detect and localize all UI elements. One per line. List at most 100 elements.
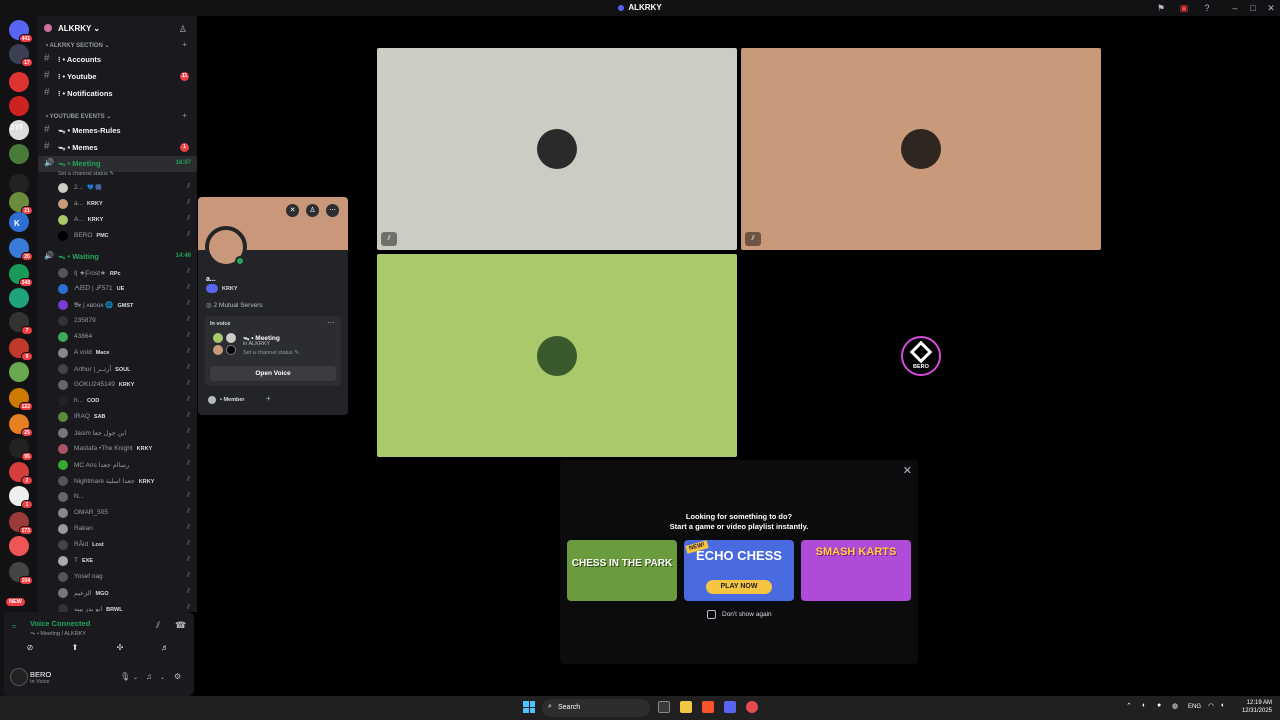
server-icon[interactable]: 1 xyxy=(9,486,33,509)
server-icon[interactable]: 2 xyxy=(9,462,33,485)
heart-server-icon[interactable] xyxy=(9,96,29,116)
app-icon[interactable] xyxy=(746,701,758,713)
voice-user[interactable]: GOKU245149 KRKY ⫽ xyxy=(56,378,196,393)
text-channel[interactable]: # ⁝ • Accounts xyxy=(38,53,197,67)
voice-user[interactable]: Arthur | آرثــر SOUL ⫽ xyxy=(56,362,196,377)
voice-user[interactable]: Rakan ⫽ xyxy=(56,522,196,537)
server-icon[interactable] xyxy=(9,536,29,556)
voice-user[interactable]: T EXE ⫽ xyxy=(56,554,196,569)
voice-user[interactable]: N... ⫽ xyxy=(56,490,196,505)
server-icon[interactable] xyxy=(9,362,29,382)
voice-channel-waiting[interactable]: 🔊 ᯓ • Waiting 14:46 xyxy=(38,249,197,265)
voice-user[interactable]: Nightmare جعدا اسلية KRKY ⫽ xyxy=(56,474,196,489)
invite-people-icon[interactable]: ♙ xyxy=(179,24,187,35)
voice-user[interactable]: MC Ans رساام جعدا ⫽ xyxy=(56,458,196,473)
wifi-icon[interactable]: ◠ xyxy=(1208,702,1214,710)
add-role-button[interactable]: + xyxy=(266,394,271,403)
game-smash-karts[interactable]: SMASH KARTS xyxy=(801,540,911,601)
server-icon[interactable]: 21 xyxy=(9,192,33,215)
server-icon[interactable]: 348 xyxy=(9,264,33,287)
server-label[interactable]: 3Yf xyxy=(10,123,22,132)
voice-user[interactable]: 235879 ⫽ xyxy=(56,314,196,329)
text-channel[interactable]: # ⁝ • Notifications xyxy=(38,87,197,101)
microphone-icon[interactable]: 🎙 xyxy=(120,672,130,681)
voice-user[interactable]: BERO PMC ⫽ xyxy=(56,229,196,244)
voice-user[interactable]: ابو بدر بيبه BRWL ⫽ xyxy=(56,602,196,612)
server-icon[interactable] xyxy=(9,72,29,92)
more-options-icon[interactable]: ⋯ xyxy=(326,204,339,217)
disconnect-icon[interactable]: ☎ xyxy=(175,620,186,631)
add-channel-icon[interactable]: + xyxy=(182,111,187,120)
chevron-down-icon[interactable]: ⌄ xyxy=(133,674,138,681)
mute-user-icon[interactable]: ✕ xyxy=(286,204,299,217)
noise-suppression-icon[interactable]: ⫽ xyxy=(156,620,160,631)
server-icon[interactable] xyxy=(9,144,29,164)
voice-channel-meeting[interactable]: 🔊 ᯓ • Meeting 16:07 xyxy=(38,156,197,172)
voice-user[interactable]: 2... 💙 🎆 ⫽ xyxy=(56,181,196,196)
voice-user[interactable]: Mastafa •The Knight KRKY ⫽ xyxy=(56,442,196,457)
play-now-button[interactable]: PLAY NOW xyxy=(706,580,772,594)
mutual-servers[interactable]: ◎ 2 Mutual Servers xyxy=(206,301,263,309)
volume-icon[interactable]: ◖ xyxy=(1220,702,1224,709)
headphones-icon[interactable]: ♫ xyxy=(146,672,152,681)
voice-user[interactable]: Yosef oag ⫽ xyxy=(56,570,196,585)
brave-browser-icon[interactable] xyxy=(702,701,714,713)
server-label[interactable]: K xyxy=(14,219,20,228)
close-icon[interactable]: ✕ xyxy=(903,464,912,477)
participant-tile[interactable]: BERO xyxy=(741,254,1101,457)
windows-start-icon[interactable] xyxy=(523,701,535,713)
text-channel[interactable]: # ᯓ • Memes 1 xyxy=(38,141,197,155)
more-options-icon[interactable]: ⋯ xyxy=(327,318,335,327)
voice-channel-link[interactable]: ᯓ • Meeting / ALKRKY xyxy=(30,629,86,637)
activities-button[interactable]: ✣ xyxy=(100,640,140,656)
avatar[interactable] xyxy=(10,668,28,686)
discord-taskbar-icon[interactable] xyxy=(724,701,736,713)
tray-app-icon[interactable]: ◐ xyxy=(1142,702,1146,709)
clock[interactable]: 12:19 AM 12/31/2025 xyxy=(1238,699,1272,715)
participant-tile[interactable]: ⫽ xyxy=(741,48,1101,250)
game-chess-in-the-park[interactable]: CHESS IN THE PARK xyxy=(567,540,677,601)
voice-user[interactable]: A... KRKY ⫽ xyxy=(56,213,196,228)
voice-user[interactable]: IRAQ SAB ⫽ xyxy=(56,410,196,425)
add-channel-icon[interactable]: + xyxy=(182,40,187,49)
file-explorer-icon[interactable] xyxy=(680,701,692,713)
inbox-icon[interactable]: ⚑ xyxy=(1156,3,1166,13)
voice-user[interactable]: 𝕭𝖊 | ᴀʙᴅᴏᴀ 🌐 GMST ⫽ xyxy=(56,298,196,313)
server-icon[interactable]: 25 xyxy=(9,414,33,437)
server-icon[interactable]: 7 xyxy=(9,312,33,335)
server-header[interactable]: ALKRKY ⌄ xyxy=(38,16,197,40)
channel-status[interactable]: Set a channel status ✎ xyxy=(243,350,299,356)
text-channel[interactable]: # ᯓ • Memes-Rules xyxy=(38,124,197,138)
channel-status[interactable]: Set a channel status ✎ xyxy=(58,171,114,177)
server-icon[interactable]: 95 xyxy=(9,438,33,461)
tray-app-icon[interactable]: ◍ xyxy=(1172,702,1178,710)
server-icon[interactable]: 173 xyxy=(9,512,33,535)
text-channel[interactable]: # ⁝ • Youtube 11 xyxy=(38,70,197,84)
minimize-icon[interactable]: – xyxy=(1230,3,1240,13)
dont-show-label[interactable]: Don't show again xyxy=(722,611,772,618)
server-icon[interactable]: 122 xyxy=(9,388,33,411)
chevron-down-icon[interactable]: ⌄ xyxy=(160,674,165,681)
category-youtube-events[interactable]: • YOUTUBE EVENTS ⌄ xyxy=(46,113,111,120)
server-icon[interactable]: 9 xyxy=(9,338,33,361)
help-icon[interactable]: ? xyxy=(1202,3,1212,13)
server-icon[interactable]: 104 xyxy=(9,562,33,585)
voice-user[interactable]: ⵏ| ★Ƒrost★ RPc ⫽ xyxy=(56,266,196,281)
maximize-icon[interactable]: □ xyxy=(1248,3,1258,13)
category-alkrky-section[interactable]: • ALKRKY SECTION ⌄ xyxy=(46,42,109,49)
dont-show-checkbox[interactable] xyxy=(707,610,716,619)
server-icon[interactable]: 26 xyxy=(9,238,33,261)
clubs-server-icon[interactable] xyxy=(9,174,29,194)
taskbar-search[interactable]: ⌕ Search xyxy=(542,699,650,717)
participant-tile[interactable] xyxy=(377,254,737,457)
voice-user[interactable]: 43864 ⫽ xyxy=(56,330,196,345)
screen-share-icon[interactable]: ▣ xyxy=(1179,3,1189,13)
voice-user[interactable]: ᗅᗷᗪ | ℱ571 UE ⫽ xyxy=(56,282,196,297)
voice-user[interactable]: A void Mace ⫽ xyxy=(56,346,196,361)
voice-user[interactable]: Jasim ابن جول جعا ⫽ xyxy=(56,426,196,441)
game-echo-chess[interactable]: NEW! ECHO CHESS PLAY NOW xyxy=(684,540,794,601)
server-icon[interactable] xyxy=(9,288,29,308)
open-voice-button[interactable]: Open Voice xyxy=(210,366,336,381)
add-friend-icon[interactable]: ♙ xyxy=(306,204,319,217)
voice-user[interactable]: OMAR_505 ⫽ xyxy=(56,506,196,521)
